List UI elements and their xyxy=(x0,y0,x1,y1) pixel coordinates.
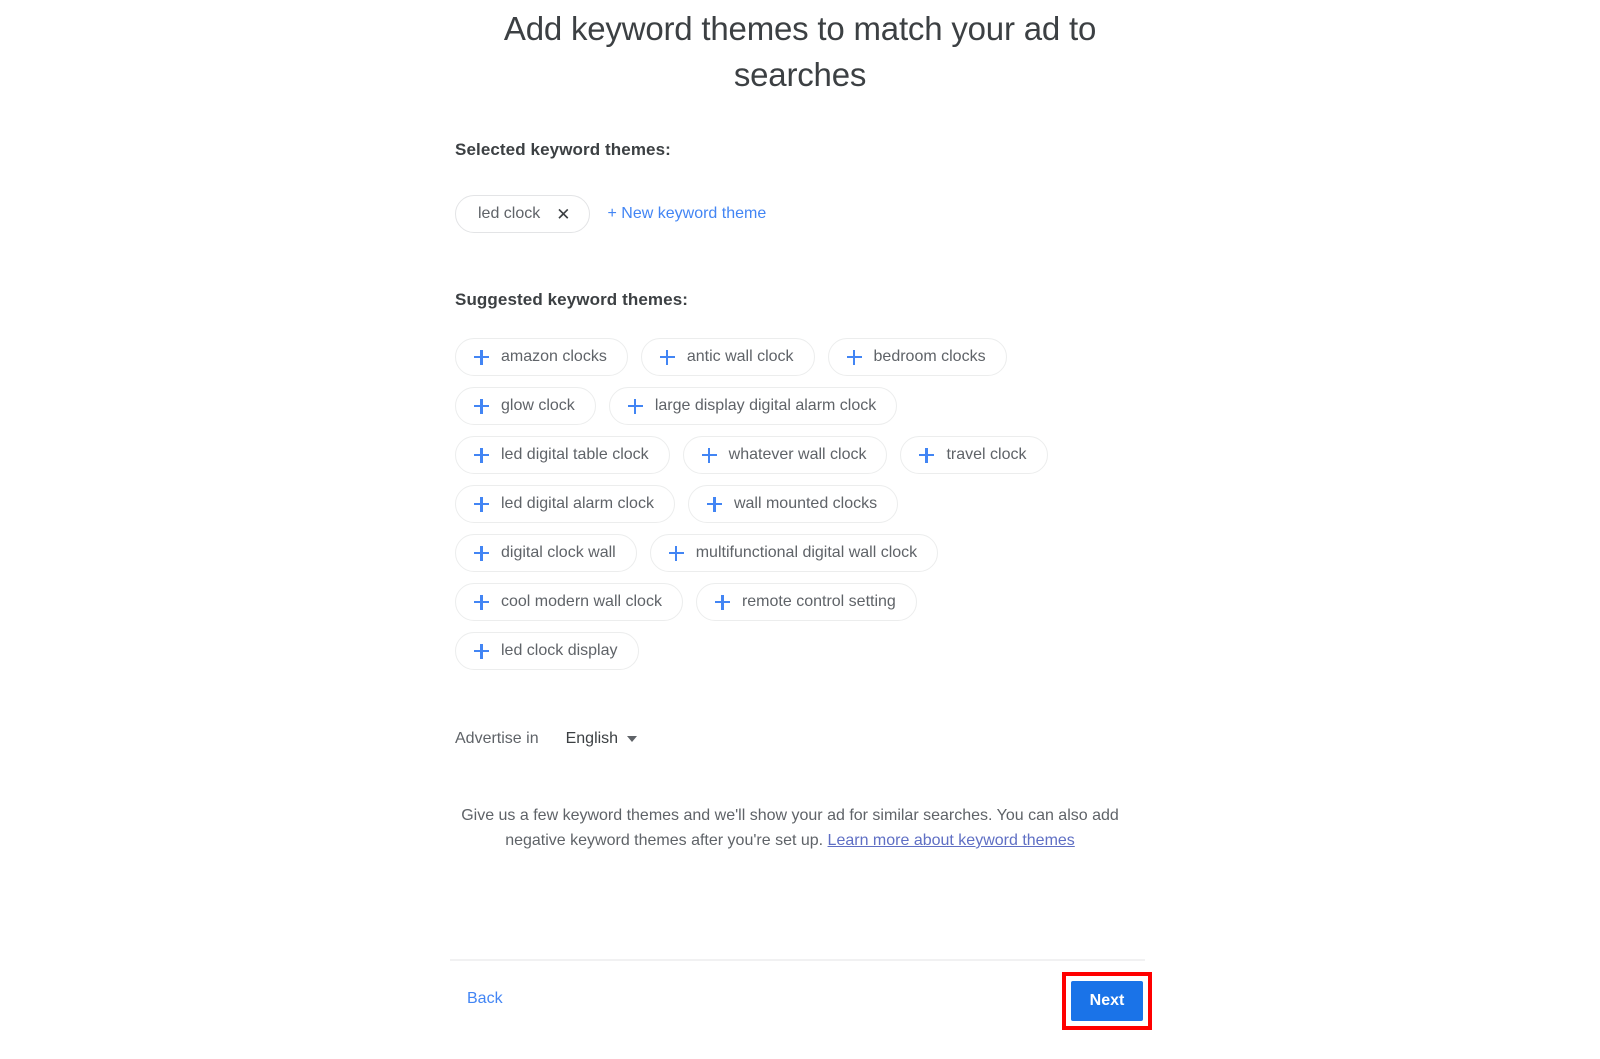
suggested-chip-remote-control-setting[interactable]: remote control setting xyxy=(695,583,917,621)
language-dropdown[interactable]: English xyxy=(565,730,638,748)
suggested-chip-led-clock-display[interactable]: led clock display xyxy=(455,632,639,670)
plus-icon xyxy=(474,545,489,561)
suggested-row: led digital table clock whatever wall cl… xyxy=(455,436,1150,474)
suggested-chip-large-display-digital-alarm-clock[interactable]: large display digital alarm clock xyxy=(608,387,898,425)
footer-divider xyxy=(450,959,1145,961)
plus-icon xyxy=(668,545,684,561)
page-title: Add keyword themes to match your ad to s… xyxy=(503,10,1097,93)
selected-themes-row: led clock ✕ + New keyword theme xyxy=(455,195,1150,233)
plus-icon xyxy=(474,447,489,463)
selected-keyword-chip[interactable]: led clock ✕ xyxy=(455,195,590,233)
suggested-chip-cool-modern-wall-clock[interactable]: cool modern wall clock xyxy=(455,583,683,621)
close-icon[interactable]: ✕ xyxy=(556,206,570,223)
suggested-chip-wall-mounted-clocks[interactable]: wall mounted clocks xyxy=(687,485,899,523)
plus-icon xyxy=(701,447,717,463)
plus-icon xyxy=(846,349,862,365)
chevron-down-icon xyxy=(627,736,638,742)
plus-icon xyxy=(627,398,643,414)
suggested-chip-label: glow clock xyxy=(501,397,575,414)
suggested-chip-label: bedroom clocks xyxy=(873,348,986,365)
suggested-chip-digital-clock-wall[interactable]: digital clock wall xyxy=(455,534,637,572)
suggested-row: amazon clocks antic wall clock bedroom c… xyxy=(455,338,1150,376)
suggested-chip-label: travel clock xyxy=(946,446,1027,463)
suggested-chip-label: led digital alarm clock xyxy=(501,495,654,512)
advertise-in-row: Advertise in English xyxy=(455,730,1150,748)
plus-icon xyxy=(474,594,489,610)
suggested-row: digital clock wall multifunctional digit… xyxy=(455,534,1150,572)
suggested-themes-list: amazon clocks antic wall clock bedroom c… xyxy=(455,338,1150,670)
plus-icon xyxy=(919,447,935,463)
plus-icon xyxy=(474,349,489,365)
suggested-row: led digital alarm clock wall mounted clo… xyxy=(455,485,1150,523)
footer: Back Next xyxy=(455,972,1152,1030)
next-button[interactable]: Next xyxy=(1071,981,1143,1021)
selected-themes-label: Selected keyword themes: xyxy=(455,140,671,159)
plus-icon xyxy=(474,496,489,512)
suggested-chip-glow-clock[interactable]: glow clock xyxy=(455,387,596,425)
suggested-chip-multifunctional-digital-wall-clock[interactable]: multifunctional digital wall clock xyxy=(649,534,939,572)
back-button[interactable]: Back xyxy=(467,990,503,1008)
suggested-chip-bedroom-clocks[interactable]: bedroom clocks xyxy=(827,338,1007,376)
new-keyword-theme-link[interactable]: + New keyword theme xyxy=(608,205,767,223)
next-button-highlight: Next xyxy=(1062,972,1152,1030)
suggested-chip-travel-clock[interactable]: travel clock xyxy=(900,436,1048,474)
suggested-chip-label: multifunctional digital wall clock xyxy=(695,544,918,561)
suggested-chip-label: whatever wall clock xyxy=(728,446,867,463)
advertise-in-label: Advertise in xyxy=(455,730,539,747)
suggested-chip-led-digital-alarm-clock[interactable]: led digital alarm clock xyxy=(455,485,675,523)
plus-icon xyxy=(706,496,722,512)
suggested-chip-label: amazon clocks xyxy=(501,348,607,365)
suggested-row: cool modern wall clock remote control se… xyxy=(455,583,1150,621)
suggested-chip-amazon-clocks[interactable]: amazon clocks xyxy=(455,338,628,376)
suggested-row: led clock display xyxy=(455,632,1150,670)
learn-more-link[interactable]: Learn more about keyword themes xyxy=(828,832,1075,849)
suggested-chip-label: remote control setting xyxy=(741,593,896,610)
language-dropdown-value: English xyxy=(565,730,619,747)
suggested-themes-label: Suggested keyword themes: xyxy=(455,290,689,309)
suggested-chip-led-digital-table-clock[interactable]: led digital table clock xyxy=(455,436,670,474)
selected-keyword-chip-label: led clock xyxy=(478,205,541,222)
suggested-chip-label: led clock display xyxy=(501,642,618,659)
suggested-chip-whatever-wall-clock[interactable]: whatever wall clock xyxy=(682,436,888,474)
page-root: Add keyword themes to match your ad to s… xyxy=(0,0,1600,1059)
suggested-chip-label: led digital table clock xyxy=(501,446,649,463)
helper-text: Give us a few keyword themes and we'll s… xyxy=(455,803,1125,853)
suggested-chip-label: large display digital alarm clock xyxy=(654,397,877,414)
suggested-chip-label: cool modern wall clock xyxy=(501,593,662,610)
main-content: Selected keyword themes: led clock ✕ + N… xyxy=(455,140,1150,853)
suggested-chip-label: antic wall clock xyxy=(686,348,794,365)
plus-icon xyxy=(474,398,489,414)
suggested-chip-label: wall mounted clocks xyxy=(733,495,878,512)
suggested-chip-antic-wall-clock[interactable]: antic wall clock xyxy=(640,338,815,376)
suggested-row: glow clock large display digital alarm c… xyxy=(455,387,1150,425)
suggested-chip-label: digital clock wall xyxy=(501,544,616,561)
plus-icon xyxy=(659,349,675,365)
plus-icon xyxy=(474,643,489,659)
plus-icon xyxy=(714,594,730,610)
